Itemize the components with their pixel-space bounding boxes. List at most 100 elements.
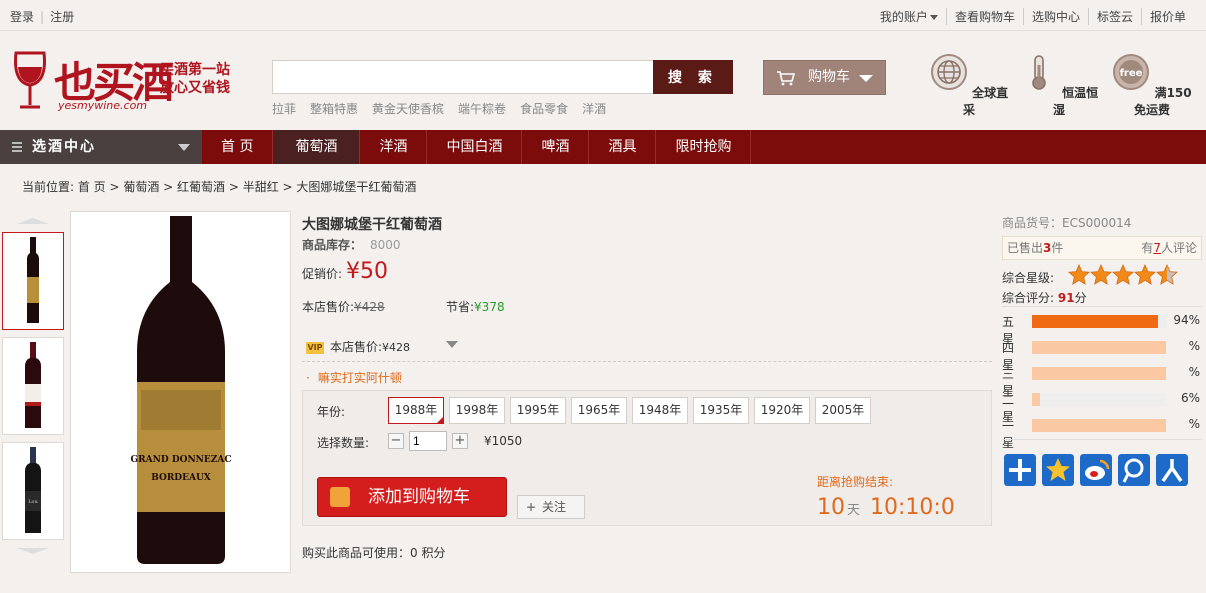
- search-button[interactable]: 搜 索: [653, 60, 733, 94]
- nav-item-spirits[interactable]: 洋酒: [360, 130, 428, 164]
- hotword-link[interactable]: 整箱特惠: [310, 102, 358, 116]
- service-free-shipping: free 满150免运费: [1112, 53, 1192, 118]
- main-product-image: GRAND DONNEZAC BORDEAUX: [70, 211, 291, 573]
- qzone-icon[interactable]: [1042, 454, 1074, 486]
- rating-panel: 商品货号：ECS000014 已售出3件 有7人评论 综合星级: 综合评分: 9…: [1002, 214, 1202, 450]
- tencent-weibo-icon[interactable]: [1118, 454, 1150, 486]
- auth-links: 登录 | 注册: [10, 10, 75, 24]
- star-icon: [1068, 264, 1090, 285]
- rating-bar-track: [1032, 419, 1166, 432]
- add-share-icon[interactable]: [1004, 454, 1036, 486]
- savings-label: 节省:: [446, 300, 475, 314]
- rating-bar-track: [1032, 341, 1166, 354]
- rating-bar-label: 一星: [1002, 419, 1015, 450]
- star-rating: [1068, 264, 1178, 286]
- nav-item-home[interactable]: 首 页: [202, 130, 274, 164]
- renren-icon[interactable]: [1156, 454, 1188, 486]
- vip-icon: VIP: [306, 341, 324, 354]
- year-option[interactable]: 1920年: [754, 397, 810, 424]
- countdown-label: 距离抢购结束:: [817, 475, 894, 489]
- shopping-center-link[interactable]: 选购中心: [1022, 8, 1088, 25]
- hot-keywords: 拉菲 整箱特惠 黄金天使香槟 端午粽卷 食品零食 洋酒: [272, 100, 620, 117]
- hotword-link[interactable]: 黄金天使香槟: [372, 102, 444, 116]
- register-link[interactable]: 注册: [50, 10, 74, 24]
- add-to-cart-label: 添加到购物车: [368, 487, 470, 507]
- year-option[interactable]: 1998年: [449, 397, 505, 424]
- countdown-timer: 10 天 10:10:0: [817, 495, 955, 520]
- cart-icon: [777, 71, 796, 86]
- nav-item-wine[interactable]: 葡萄酒: [273, 130, 361, 164]
- year-option[interactable]: 1995年: [510, 397, 566, 424]
- hotword-link[interactable]: 拉菲: [272, 102, 296, 116]
- rating-bar-fill: [1032, 367, 1166, 380]
- sales-summary: 已售出3件 有7人评论: [1002, 236, 1202, 260]
- review-count-link[interactable]: 有7人评论: [1141, 237, 1197, 259]
- thumbnail-3[interactable]: Lou: [2, 442, 64, 540]
- promo-note: · 嘛实打实阿什顿: [306, 369, 402, 386]
- cart-button[interactable]: 购物车: [763, 60, 886, 95]
- hotword-link[interactable]: 洋酒: [582, 102, 606, 116]
- sold-suffix: 件: [1051, 241, 1064, 255]
- nav-item-wineware[interactable]: 酒具: [589, 130, 657, 164]
- nav-item-baijiu[interactable]: 中国白酒: [427, 130, 523, 164]
- hotword-link[interactable]: 食品零食: [520, 102, 568, 116]
- star-icon: [1112, 264, 1134, 285]
- year-options: 1988年 1998年 1995年 1965年 1948年 1935年 1920…: [388, 397, 876, 424]
- plus-icon: +: [526, 500, 537, 514]
- year-option[interactable]: 1935年: [693, 397, 749, 424]
- vip-label: 本店售价:: [330, 340, 383, 354]
- weibo-icon[interactable]: [1080, 454, 1112, 486]
- account-links: 我的账户 查看购物车 选购中心 标签云 报价单: [872, 8, 1194, 25]
- view-cart-link[interactable]: 查看购物车: [945, 8, 1023, 25]
- follow-button[interactable]: + 关注: [517, 495, 585, 519]
- savings-row: 节省:¥378: [446, 298, 505, 315]
- login-link[interactable]: 登录: [10, 10, 34, 24]
- nav-item-flash-sale[interactable]: 限时抢购: [656, 130, 752, 164]
- header: 也买酒 yesmywine.com 买酒第一站 放心又省钱 搜 索 拉菲 整箱特惠黄…: [0, 31, 1206, 130]
- year-option[interactable]: 2005年: [815, 397, 871, 424]
- search-bar: 搜 索: [272, 60, 733, 94]
- svg-text:free: free: [1120, 68, 1143, 79]
- scroll-down-arrow-icon[interactable]: [15, 548, 51, 554]
- svg-text:Lou: Lou: [28, 499, 38, 505]
- stock-value: 8000: [370, 238, 401, 252]
- quantity-total: ¥1050: [484, 434, 523, 448]
- score-label: 综合评分:: [1002, 291, 1055, 305]
- chevron-down-icon: [859, 75, 873, 82]
- quote-list-link[interactable]: 报价单: [1140, 8, 1194, 25]
- star-icon: [1090, 264, 1112, 285]
- increase-quantity-button[interactable]: +: [452, 433, 468, 449]
- promo-price-row: 促销价: ¥50: [302, 259, 388, 284]
- review-count[interactable]: 7: [1153, 241, 1161, 255]
- quantity-input[interactable]: [409, 431, 447, 451]
- free-shipping-icon: free: [1113, 54, 1150, 90]
- hotword-link[interactable]: 端午粽卷: [458, 102, 506, 116]
- wine-bottle-image: [25, 342, 41, 428]
- promo-note-text: 嘛实打实阿什顿: [317, 371, 402, 385]
- rating-bar-fill: [1032, 393, 1041, 406]
- year-option[interactable]: 1965年: [571, 397, 627, 424]
- category-menu-button[interactable]: 选酒中心: [0, 130, 202, 164]
- top-bar: 登录 | 注册 我的账户 查看购物车 选购中心 标签云 报价单: [0, 0, 1206, 31]
- nav-item-beer[interactable]: 啤酒: [522, 130, 590, 164]
- rating-bar-percent: %: [1188, 417, 1200, 431]
- decrease-quantity-button[interactable]: −: [388, 433, 404, 449]
- search-input[interactable]: [272, 60, 654, 94]
- wine-bottle-image: [27, 237, 39, 323]
- divider: [1002, 306, 1202, 307]
- product-stock: 商品库存： 8000: [302, 236, 401, 253]
- review-prefix: 有: [1141, 241, 1154, 255]
- svg-text:BORDEAUX: BORDEAUX: [151, 473, 211, 483]
- year-option[interactable]: 1988年: [388, 397, 444, 424]
- year-option[interactable]: 1948年: [632, 397, 688, 424]
- site-logo[interactable]: 也买酒 yesmywine.com 买酒第一站 放心又省钱: [10, 47, 240, 117]
- scroll-up-arrow-icon[interactable]: [15, 218, 51, 224]
- vip-price-dropdown[interactable]: VIP 本店售价:¥428: [306, 338, 458, 355]
- my-account-link[interactable]: 我的账户: [872, 8, 946, 25]
- vip-price: ¥428: [382, 341, 411, 354]
- thumbnail-2[interactable]: [2, 337, 64, 435]
- service-label: 全球直采: [962, 86, 1009, 117]
- add-to-cart-button[interactable]: 添加到购物车: [317, 477, 507, 517]
- thumbnail-1[interactable]: [2, 232, 64, 330]
- tag-cloud-link[interactable]: 标签云: [1087, 8, 1141, 25]
